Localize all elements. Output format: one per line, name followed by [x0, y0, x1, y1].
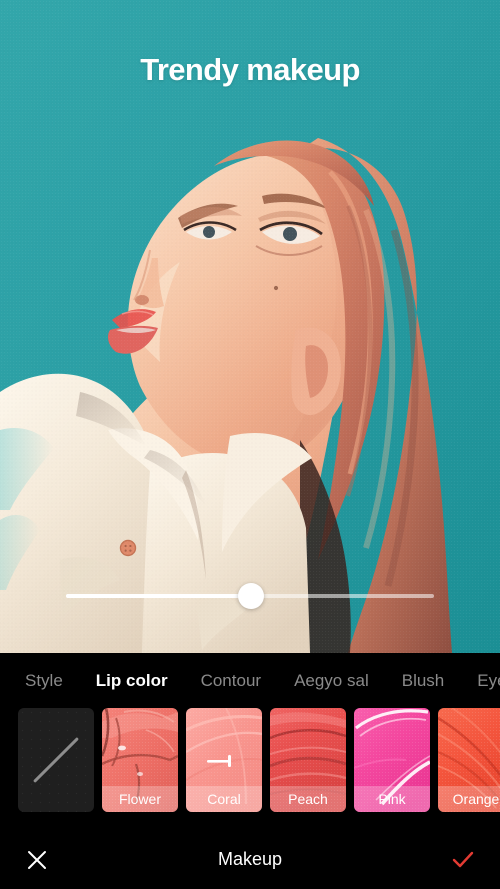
slider-thumb[interactable]	[238, 583, 264, 609]
tab-aegyo-sal[interactable]: Aegyo sal	[294, 671, 369, 691]
page-title: Trendy makeup	[140, 52, 360, 87]
portrait-photo	[0, 0, 500, 653]
swatch-peach[interactable]: Peach	[270, 708, 346, 812]
cancel-button[interactable]	[20, 843, 54, 877]
photo-canvas[interactable]: Trendy makeup	[0, 0, 500, 653]
tab-lip-color[interactable]: Lip color	[96, 671, 168, 691]
action-bar: Makeup	[0, 830, 500, 889]
tab-eyelashes[interactable]: Eyelas	[477, 671, 500, 691]
swatch-coral-label: Coral	[186, 786, 262, 812]
beauty-mark	[273, 285, 279, 291]
swatch-flower-label: Flower	[102, 786, 178, 812]
check-icon	[452, 851, 474, 867]
swatch-pink[interactable]: Pink	[354, 708, 430, 812]
category-tabs[interactable]: Style Lip color Contour Aegyo sal Blush …	[0, 653, 500, 708]
lip-color-swatches[interactable]: Flower Coral Peach Pink Orange	[0, 708, 500, 823]
tab-contour[interactable]: Contour	[201, 671, 261, 691]
slider-track-fill	[66, 594, 250, 598]
iris-right	[283, 227, 297, 241]
close-icon	[28, 850, 46, 869]
panel-title: Makeup	[217, 849, 283, 869]
intensity-slider[interactable]	[66, 583, 434, 609]
swatch-orange-label: Orange	[438, 786, 500, 812]
nostril	[135, 295, 149, 305]
swatch-pink-label: Pink	[354, 786, 430, 812]
confirm-button[interactable]	[446, 843, 480, 877]
editor-panel: Style Lip color Contour Aegyo sal Blush …	[0, 653, 500, 889]
tab-blush[interactable]: Blush	[402, 671, 445, 691]
swatch-peach-label: Peach	[270, 786, 346, 812]
swatch-coral[interactable]: Coral	[186, 708, 262, 812]
iris-left	[203, 226, 215, 238]
swatch-orange[interactable]: Orange	[438, 708, 500, 812]
makeup-editor-screen: Trendy makeup Style Lip color Contour Ae…	[0, 0, 500, 889]
adjust-slider-icon[interactable]	[205, 754, 243, 768]
swatch-none[interactable]	[18, 708, 94, 812]
tab-style[interactable]: Style	[25, 671, 63, 691]
swatch-flower[interactable]: Flower	[102, 708, 178, 812]
